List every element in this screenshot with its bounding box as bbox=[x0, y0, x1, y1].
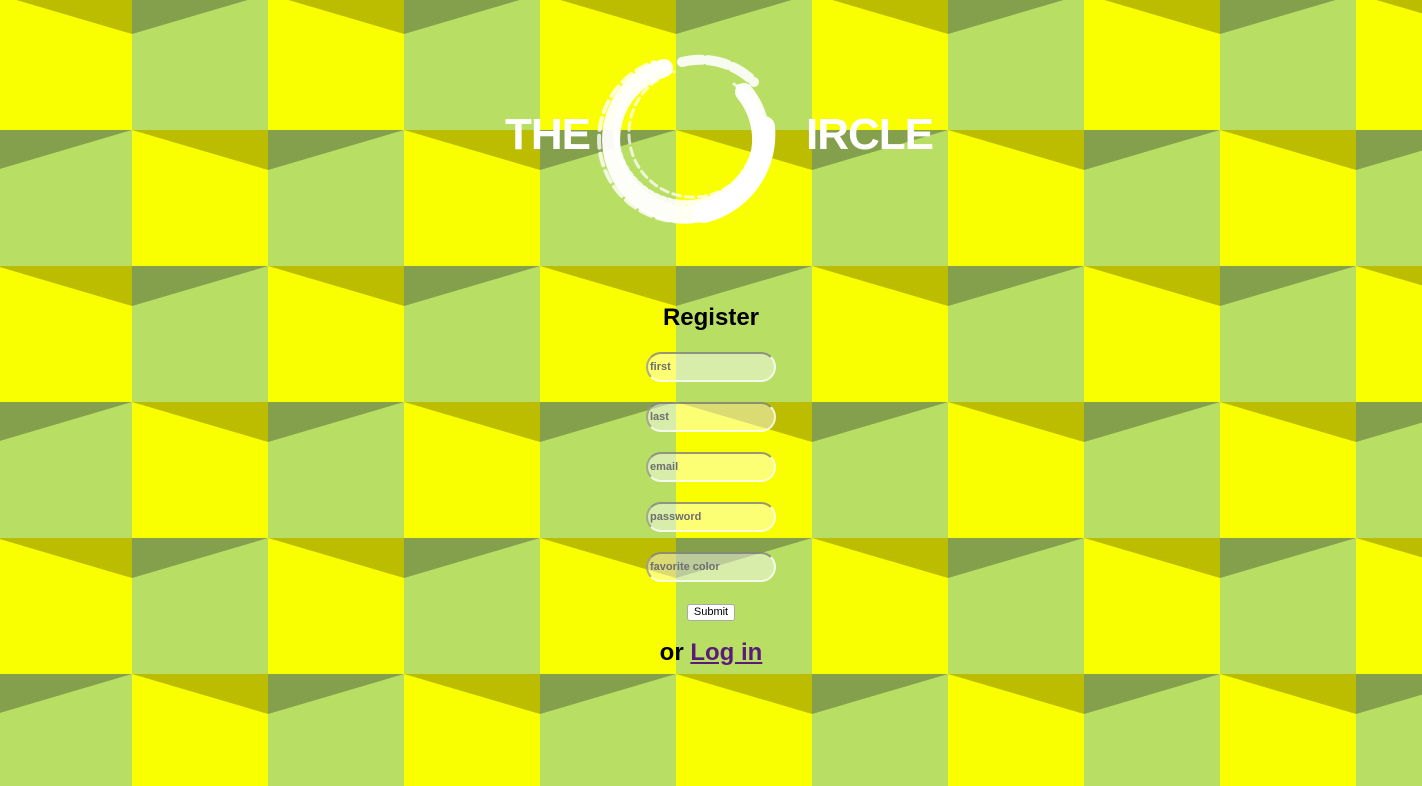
first-name-input[interactable] bbox=[646, 352, 776, 382]
last-name-input[interactable] bbox=[646, 402, 776, 432]
brush-circle-icon bbox=[597, 54, 776, 224]
register-heading: Register bbox=[662, 304, 760, 331]
register-panel: Register Submit or Log in bbox=[0, 300, 1422, 669]
login-link[interactable]: Log in bbox=[690, 639, 762, 666]
favorite-color-input[interactable] bbox=[646, 552, 776, 582]
logo-text-right: IRCLE bbox=[806, 110, 934, 159]
site-logo: THE IRCLE bbox=[0, 0, 1422, 250]
logo-text-left: THE bbox=[505, 110, 591, 159]
login-prompt: or Log in bbox=[0, 637, 1422, 669]
password-input[interactable] bbox=[646, 502, 776, 532]
login-prefix: or bbox=[659, 638, 684, 666]
email-input[interactable] bbox=[646, 452, 776, 482]
submit-button[interactable]: Submit bbox=[686, 603, 736, 621]
register-form: Submit bbox=[0, 352, 1422, 621]
